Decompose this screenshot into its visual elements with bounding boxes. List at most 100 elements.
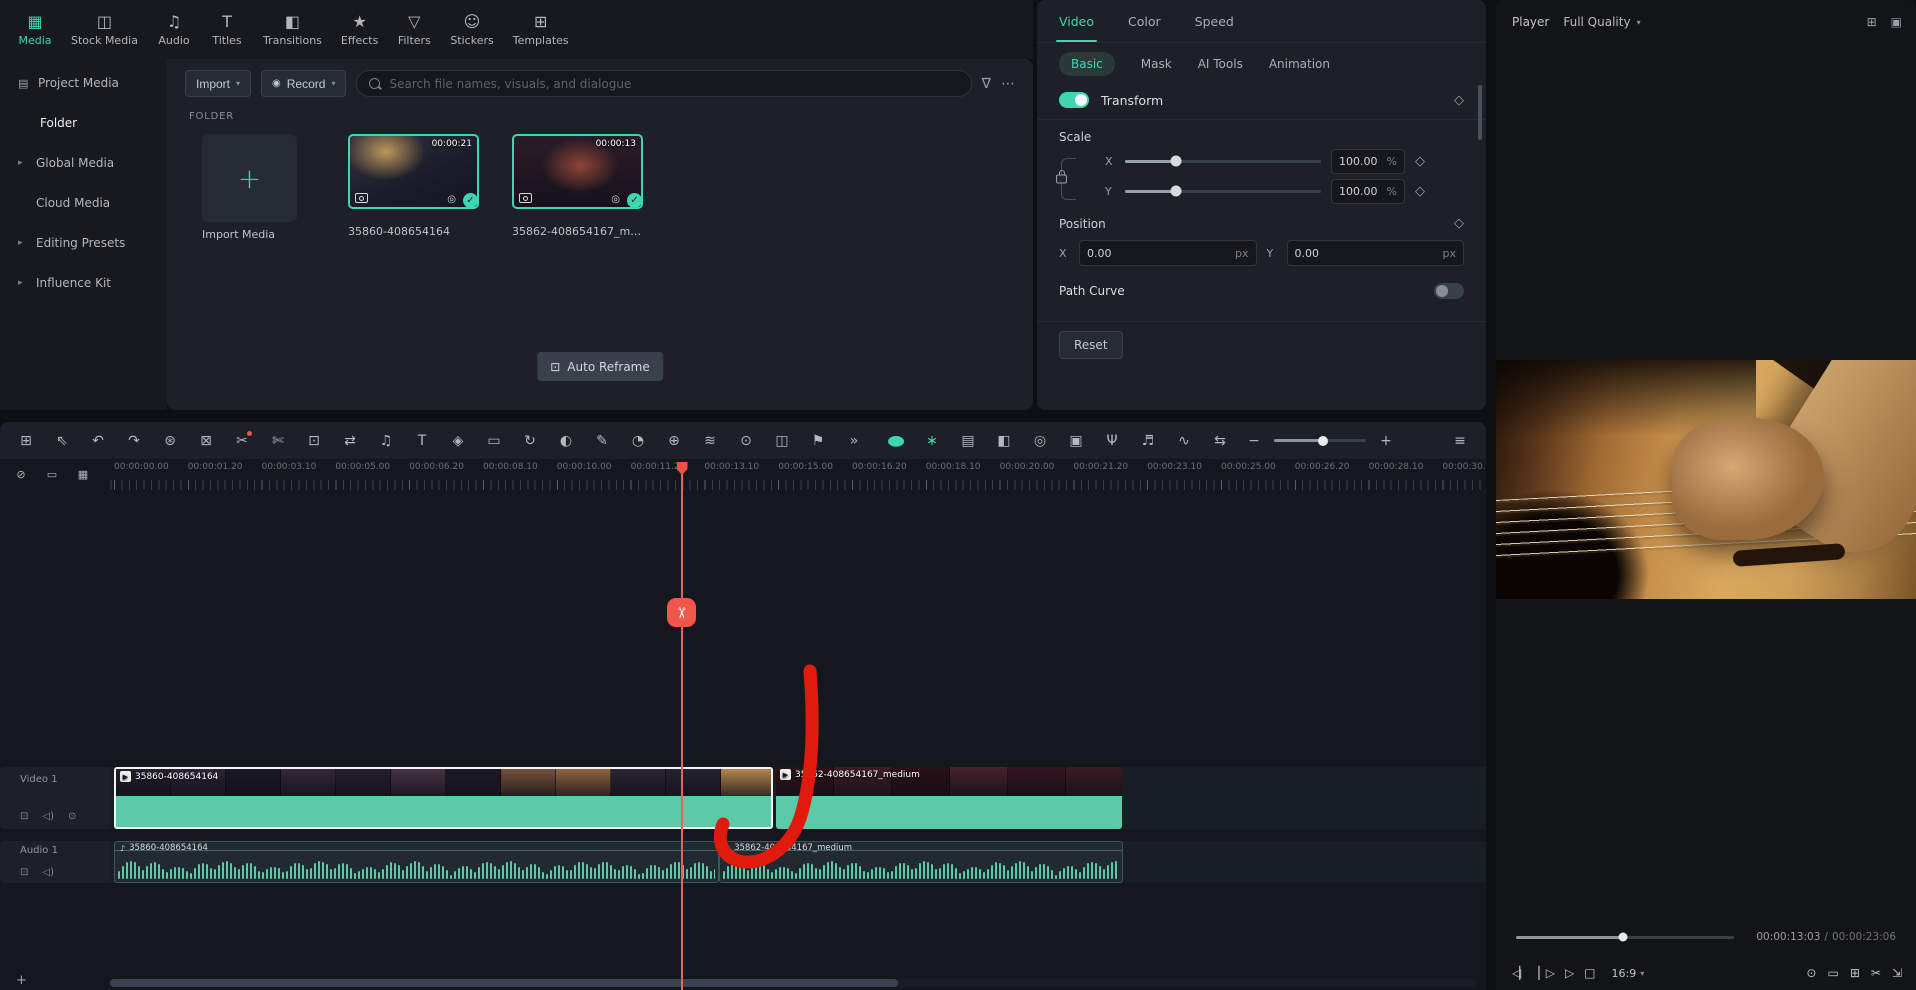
detach-audio-icon[interactable]: ♫	[374, 429, 398, 453]
toolbox-icon[interactable]: ⊞	[14, 429, 38, 453]
record-button[interactable]: ◉ Record ▾	[261, 70, 347, 97]
render-preview-icon[interactable]: ▦	[76, 467, 90, 483]
marker-icon[interactable]: ⚑	[806, 429, 830, 453]
snapshot-button[interactable]: ⊙	[1806, 966, 1816, 980]
ai-audio-icon[interactable]: ◎	[1028, 429, 1052, 453]
nav-item-transitions[interactable]: ◧ Transitions	[263, 12, 322, 47]
tab-video[interactable]: Video	[1055, 0, 1098, 42]
aspect-ratio-select[interactable]: 16:9 ▾	[1612, 967, 1645, 980]
grid-overlay-button[interactable]: ⊞	[1850, 966, 1860, 980]
duration-icon[interactable]: ◔	[626, 429, 650, 453]
position-x-field[interactable]: 0.00 px	[1079, 240, 1257, 266]
track-hide-icon[interactable]: ⊙	[68, 811, 76, 822]
position-y-field[interactable]: 0.00 px	[1286, 240, 1464, 266]
subtab-animation[interactable]: Animation	[1269, 52, 1330, 76]
nav-item-stock-media[interactable]: ◫ Stock Media	[71, 12, 138, 47]
subtab-basic[interactable]: Basic	[1059, 52, 1115, 76]
transform-toggle[interactable]	[1059, 92, 1089, 108]
auto-captions-icon[interactable]: ◧	[992, 429, 1016, 453]
sidebar-item-influence-kit[interactable]: ▸ Influence Kit	[0, 263, 167, 303]
add-track-button[interactable]: +	[16, 973, 27, 988]
play-button[interactable]: ▷	[1565, 966, 1574, 980]
box-select-icon[interactable]: ▭	[45, 467, 59, 483]
scale-y-slider[interactable]	[1125, 185, 1321, 197]
transform-keyframe-icon[interactable]: ◇	[1454, 93, 1464, 108]
audio-track-header[interactable]: Audio 1 ⊡ ◁)	[0, 841, 110, 883]
sidebar-item-cloud-media[interactable]: Cloud Media	[0, 183, 167, 223]
mask-icon[interactable]: ▭	[482, 429, 506, 453]
timeline-audio-clip-1[interactable]: ♪ 35860-408654164	[114, 841, 719, 883]
nav-item-filters[interactable]: ▽ Filters	[397, 12, 431, 47]
preview-eye-icon[interactable]: ◎	[447, 194, 456, 205]
undo-icon[interactable]: ↶	[86, 429, 110, 453]
denoise-icon[interactable]: ▣	[1064, 429, 1088, 453]
scale-x-slider[interactable]	[1125, 155, 1321, 167]
slider-handle[interactable]	[1170, 155, 1182, 167]
nav-item-audio[interactable]: ♫ Audio	[157, 12, 191, 47]
previous-frame-button[interactable]: ◁▏	[1512, 966, 1529, 980]
scale-y-keyframe-icon[interactable]: ◇	[1415, 184, 1425, 199]
scale-y-value[interactable]: 100.00 %	[1331, 178, 1405, 204]
next-frame-button[interactable]: ▏▷	[1538, 966, 1555, 980]
timeline-scrollbar[interactable]	[110, 979, 898, 987]
snapshot-icon[interactable]: ⊙	[734, 429, 758, 453]
select-tool-icon[interactable]: ⇖	[50, 429, 74, 453]
track-mute-icon[interactable]: ◁)	[42, 867, 54, 878]
timeline-audio-clip-2[interactable]: ♪ 35862-408654167_medium	[719, 841, 1123, 883]
tab-speed[interactable]: Speed	[1195, 0, 1234, 42]
playhead[interactable]	[681, 462, 683, 990]
scale-x-value[interactable]: 100.00 %	[1331, 148, 1405, 174]
audio-mixer-icon[interactable]: ♬	[1136, 429, 1160, 453]
sidebar-item-project-media[interactable]: ▤ Project Media	[0, 63, 167, 103]
nav-item-effects[interactable]: ★ Effects	[341, 12, 378, 47]
rotate-icon[interactable]: ↻	[518, 429, 542, 453]
ai-tools-icon[interactable]: ∗	[920, 429, 944, 453]
shortcut-icon[interactable]: ⇆	[1208, 429, 1232, 453]
filter-icon[interactable]: ∇	[982, 76, 991, 92]
subtab-mask[interactable]: Mask	[1141, 52, 1172, 76]
track-lock-icon[interactable]: ⊡	[20, 867, 28, 878]
playback-quality-select[interactable]: Full Quality ▾	[1563, 15, 1640, 29]
position-keyframe-icon[interactable]: ◇	[1454, 216, 1464, 231]
freeze-frame-icon[interactable]: ◫	[770, 429, 794, 453]
scale-x-keyframe-icon[interactable]: ◇	[1415, 154, 1425, 169]
fullscreen-button[interactable]: ⇲	[1892, 966, 1902, 980]
nav-item-titles[interactable]: T Titles	[210, 12, 244, 47]
timeline-video-clip-2[interactable]: ▶ 35862-408654167_medium	[776, 767, 1122, 829]
link-clips-icon[interactable]: ⊘	[14, 467, 28, 483]
timeline-video-clip-1[interactable]: ▶ 35860-408654164	[114, 767, 773, 829]
nav-item-templates[interactable]: ⊞ Templates	[513, 12, 569, 47]
import-media-button[interactable]: +	[202, 134, 297, 222]
video-track-header[interactable]: Video 1 ⊡ ◁) ⊙	[0, 767, 110, 829]
crop-icon[interactable]: ⊡	[302, 429, 326, 453]
multi-view-icon[interactable]: ⊞	[1867, 15, 1877, 29]
search-input[interactable]: Search file names, visuals, and dialogue	[356, 70, 972, 97]
media-clip-thumbnail[interactable]: 00:00:13 ◎ ✓	[512, 134, 643, 209]
track-lock-icon[interactable]: ⊡	[20, 811, 28, 822]
split-icon[interactable]: ✂	[230, 429, 254, 453]
reset-button[interactable]: Reset	[1059, 331, 1123, 359]
nav-item-stickers[interactable]: ☺ Stickers	[450, 12, 493, 47]
second-screen-button[interactable]: ▭	[1827, 966, 1838, 980]
scale-link-icon[interactable]	[1059, 158, 1076, 200]
voiceover-icon[interactable]: Ψ	[1100, 429, 1124, 453]
ripple-delete-icon[interactable]: ⇄	[338, 429, 362, 453]
track-options-icon[interactable]: ≡	[1448, 429, 1472, 453]
properties-scrollbar[interactable]	[1478, 85, 1482, 140]
playback-progress-bar[interactable]	[1516, 932, 1734, 942]
preview-render-icon[interactable]: ⊛	[158, 429, 182, 453]
tab-color[interactable]: Color	[1128, 0, 1161, 42]
media-clip-thumbnail[interactable]: 00:00:21 ◎ ✓	[348, 134, 479, 209]
stabilization-icon[interactable]: ≋	[698, 429, 722, 453]
path-curve-toggle[interactable]	[1434, 283, 1464, 299]
nav-item-media[interactable]: ▦ Media	[18, 12, 52, 47]
pip-icon[interactable]: ▣	[1891, 15, 1902, 29]
more-options-icon[interactable]: ⋯	[1001, 76, 1015, 92]
zoom-in-icon[interactable]: +	[1374, 429, 1398, 453]
chroma-key-icon[interactable]: ◐	[554, 429, 578, 453]
progress-handle[interactable]	[1618, 932, 1628, 942]
track-mute-icon[interactable]: ◁)	[42, 811, 54, 822]
audio-stretch-icon[interactable]: ∿	[1172, 429, 1196, 453]
timeline-ruler[interactable]: ⊘ ▭ ▦ 00:00:00.00 00:00:01.20 00:00:03.10 00:…	[0, 459, 1486, 490]
ai-highlight-icon[interactable]: ●	[878, 429, 914, 453]
